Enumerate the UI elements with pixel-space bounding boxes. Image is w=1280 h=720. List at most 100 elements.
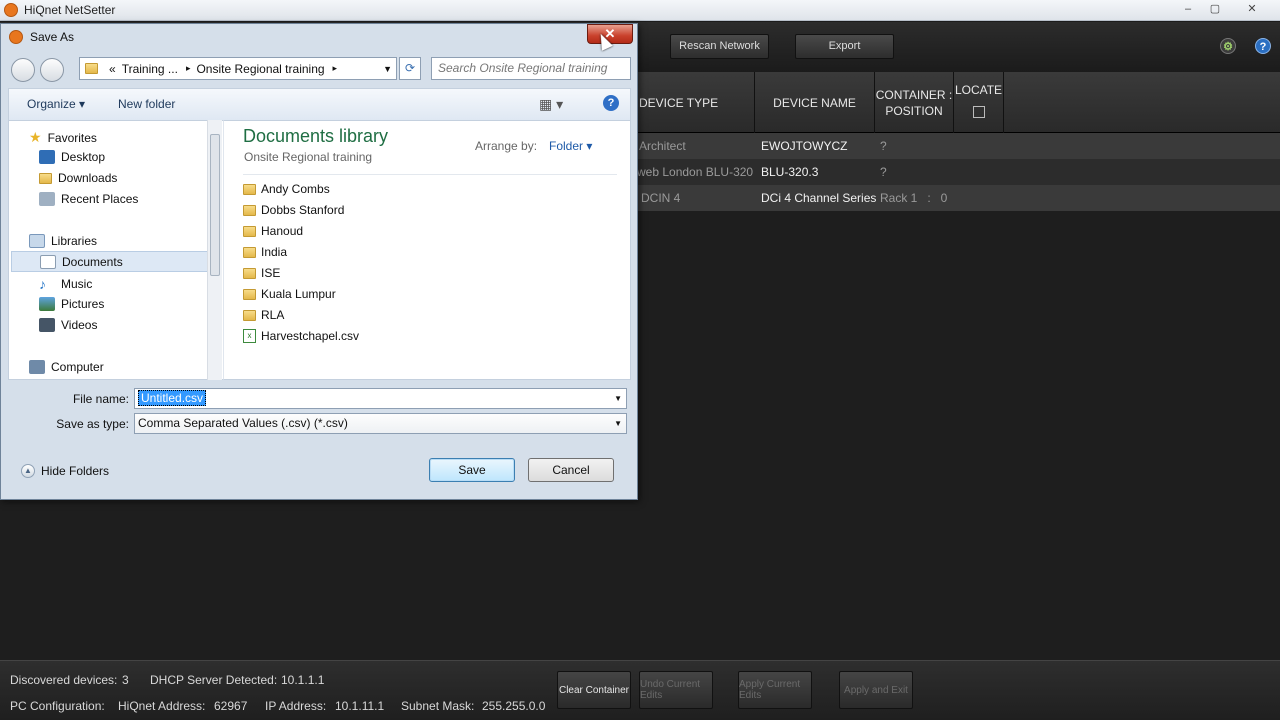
videos-icon [39,318,55,332]
new-folder-button[interactable]: New folder [118,97,175,111]
file-label: Dobbs Stanford [261,203,345,217]
cancel-button[interactable]: Cancel [528,458,614,482]
column-container-position[interactable]: CONTAINER : POSITION [875,72,954,133]
breadcrumb-overflow[interactable]: « [109,62,116,76]
breadcrumb-separator[interactable]: ▸ [333,63,338,74]
view-options-icon[interactable]: ▦ ▾ [539,96,563,113]
nav-label: Recent Places [61,192,139,206]
device-name-cell: DCi 4 Channel Series [761,191,877,205]
table-row[interactable]: Architect EWOJTOWYCZ ? [637,133,1280,159]
nav-label: Desktop [61,150,106,164]
undo-edits-button[interactable]: Undo Current Edits [639,671,713,709]
nav-label: Documents [62,254,123,269]
file-name-label: File name: [72,392,129,406]
breadcrumb-training[interactable]: Training ... [122,62,178,76]
file-label: Kuala Lumpur [261,287,336,301]
save-button[interactable]: Save [429,458,515,482]
nav-downloads[interactable]: Downloads [39,171,117,185]
locate-all-checkbox[interactable] [972,106,985,118]
list-item[interactable]: x Harvestchapel.csv [243,329,359,343]
minimize-button[interactable]: – [1176,2,1200,17]
breadcrumb-onsite[interactable]: Onsite Regional training [196,62,324,76]
list-item[interactable]: Hanoud [243,224,303,238]
list-item[interactable]: Kuala Lumpur [243,287,336,301]
help-icon[interactable]: ? [1255,38,1271,54]
nav-libraries[interactable]: Libraries [29,234,97,248]
nav-scrollbar[interactable] [207,120,222,380]
apply-edits-button[interactable]: Apply Current Edits [738,671,812,709]
chevron-down-icon[interactable]: ▼ [614,389,622,408]
folder-icon [243,309,256,321]
file-label: RLA [261,308,285,322]
app-close-button[interactable]: ✕ [1240,2,1264,17]
nav-documents[interactable]: Documents [11,251,209,272]
device-type-cell: Architect [639,139,686,153]
downloads-icon [39,172,52,184]
ip-address-label: IP Address: [265,699,327,713]
hiqnet-address-value: 62967 [214,699,248,713]
apply-and-exit-button[interactable]: Apply and Exit [839,671,913,709]
nav-music[interactable]: ♪ Music [39,276,92,292]
file-name-field[interactable]: Untitled.csv ▼ [134,388,627,409]
save-type-value: Comma Separated Values (.csv) (*.csv) [138,416,348,430]
arrange-by-dropdown[interactable]: Folder ▾ [549,139,592,153]
dhcp-label: DHCP Server Detected: [150,673,278,687]
table-row[interactable]: web London BLU-320 BLU-320.3 ? [637,159,1280,185]
list-item[interactable]: Andy Combs [243,182,330,196]
save-type-select[interactable]: Comma Separated Values (.csv) (*.csv) ▼ [134,413,627,434]
pc-config-label: PC Configuration: [10,699,105,713]
list-item[interactable]: India [243,245,287,259]
subnet-value: 255.255.0.0 [482,699,546,713]
nav-recent-places[interactable]: Recent Places [39,192,138,206]
nav-label: Libraries [51,234,98,248]
device-table-header: DEVICE TYPE DEVICE NAME CONTAINER : POSI… [637,72,1280,133]
table-row[interactable]: DCIN 4 DCi 4 Channel Series Rack 1 : 0 [637,185,1280,211]
clear-container-button[interactable]: Clear Container [557,671,631,709]
nav-videos[interactable]: Videos [39,318,97,332]
device-type-cell: DCIN 4 [641,191,681,205]
list-item[interactable]: Dobbs Stanford [243,203,344,217]
column-device-type[interactable]: DEVICE TYPE [637,72,755,133]
address-bar[interactable]: « Training ... ▸ Onsite Regional trainin… [79,57,397,80]
column-locate[interactable]: LOCATE [954,72,1004,133]
nav-label: Downloads [58,171,118,185]
column-device-name[interactable]: DEVICE NAME [755,72,875,133]
export-button[interactable]: Export [795,34,894,59]
back-button[interactable] [11,58,35,82]
nav-label: Pictures [61,297,105,311]
forward-button[interactable] [40,58,64,82]
breadcrumb-separator[interactable]: ▸ [186,63,191,74]
folder-icon [243,204,256,216]
nav-pictures[interactable]: Pictures [39,297,104,311]
hide-folders-toggle[interactable]: ▲ Hide Folders [21,464,109,478]
scrollbar-thumb[interactable] [210,134,220,276]
library-subtitle: Onsite Regional training [244,150,373,164]
nav-favorites[interactable]: ★ Favorites [29,129,97,146]
list-item[interactable]: ISE [243,266,280,280]
folder-icon [243,225,256,237]
dialog-app-icon [9,30,23,44]
nav-label: Music [61,277,93,291]
app-title: HiQnet NetSetter [24,3,116,17]
computer-icon [29,360,45,374]
maximize-button[interactable]: ▢ [1203,2,1227,17]
file-label: ISE [261,266,281,280]
discovered-value: 3 [122,673,129,687]
discovered-label: Discovered devices: [10,673,118,687]
navigation-pane: ★ Favorites Desktop Downloads Recent Plac… [8,120,223,380]
libraries-icon [29,234,45,248]
search-input[interactable]: Search Onsite Regional training [431,57,631,80]
network-settings-icon[interactable]: ⚙ [1220,38,1236,54]
nav-desktop[interactable]: Desktop [39,150,105,164]
chevron-down-icon[interactable]: ▼ [614,414,622,433]
refresh-icon[interactable]: ⟳ [399,57,421,80]
device-type-cell: web London BLU-320 [637,165,754,179]
address-dropdown-icon[interactable]: ▼ [383,64,392,74]
help-icon[interactable]: ? [603,95,619,111]
organize-menu[interactable]: Organize ▾ [27,97,85,111]
documents-icon [40,254,56,269]
nav-computer[interactable]: Computer [29,360,104,374]
file-label: India [261,245,288,259]
list-item[interactable]: RLA [243,308,284,322]
rescan-network-button[interactable]: Rescan Network [670,34,769,59]
